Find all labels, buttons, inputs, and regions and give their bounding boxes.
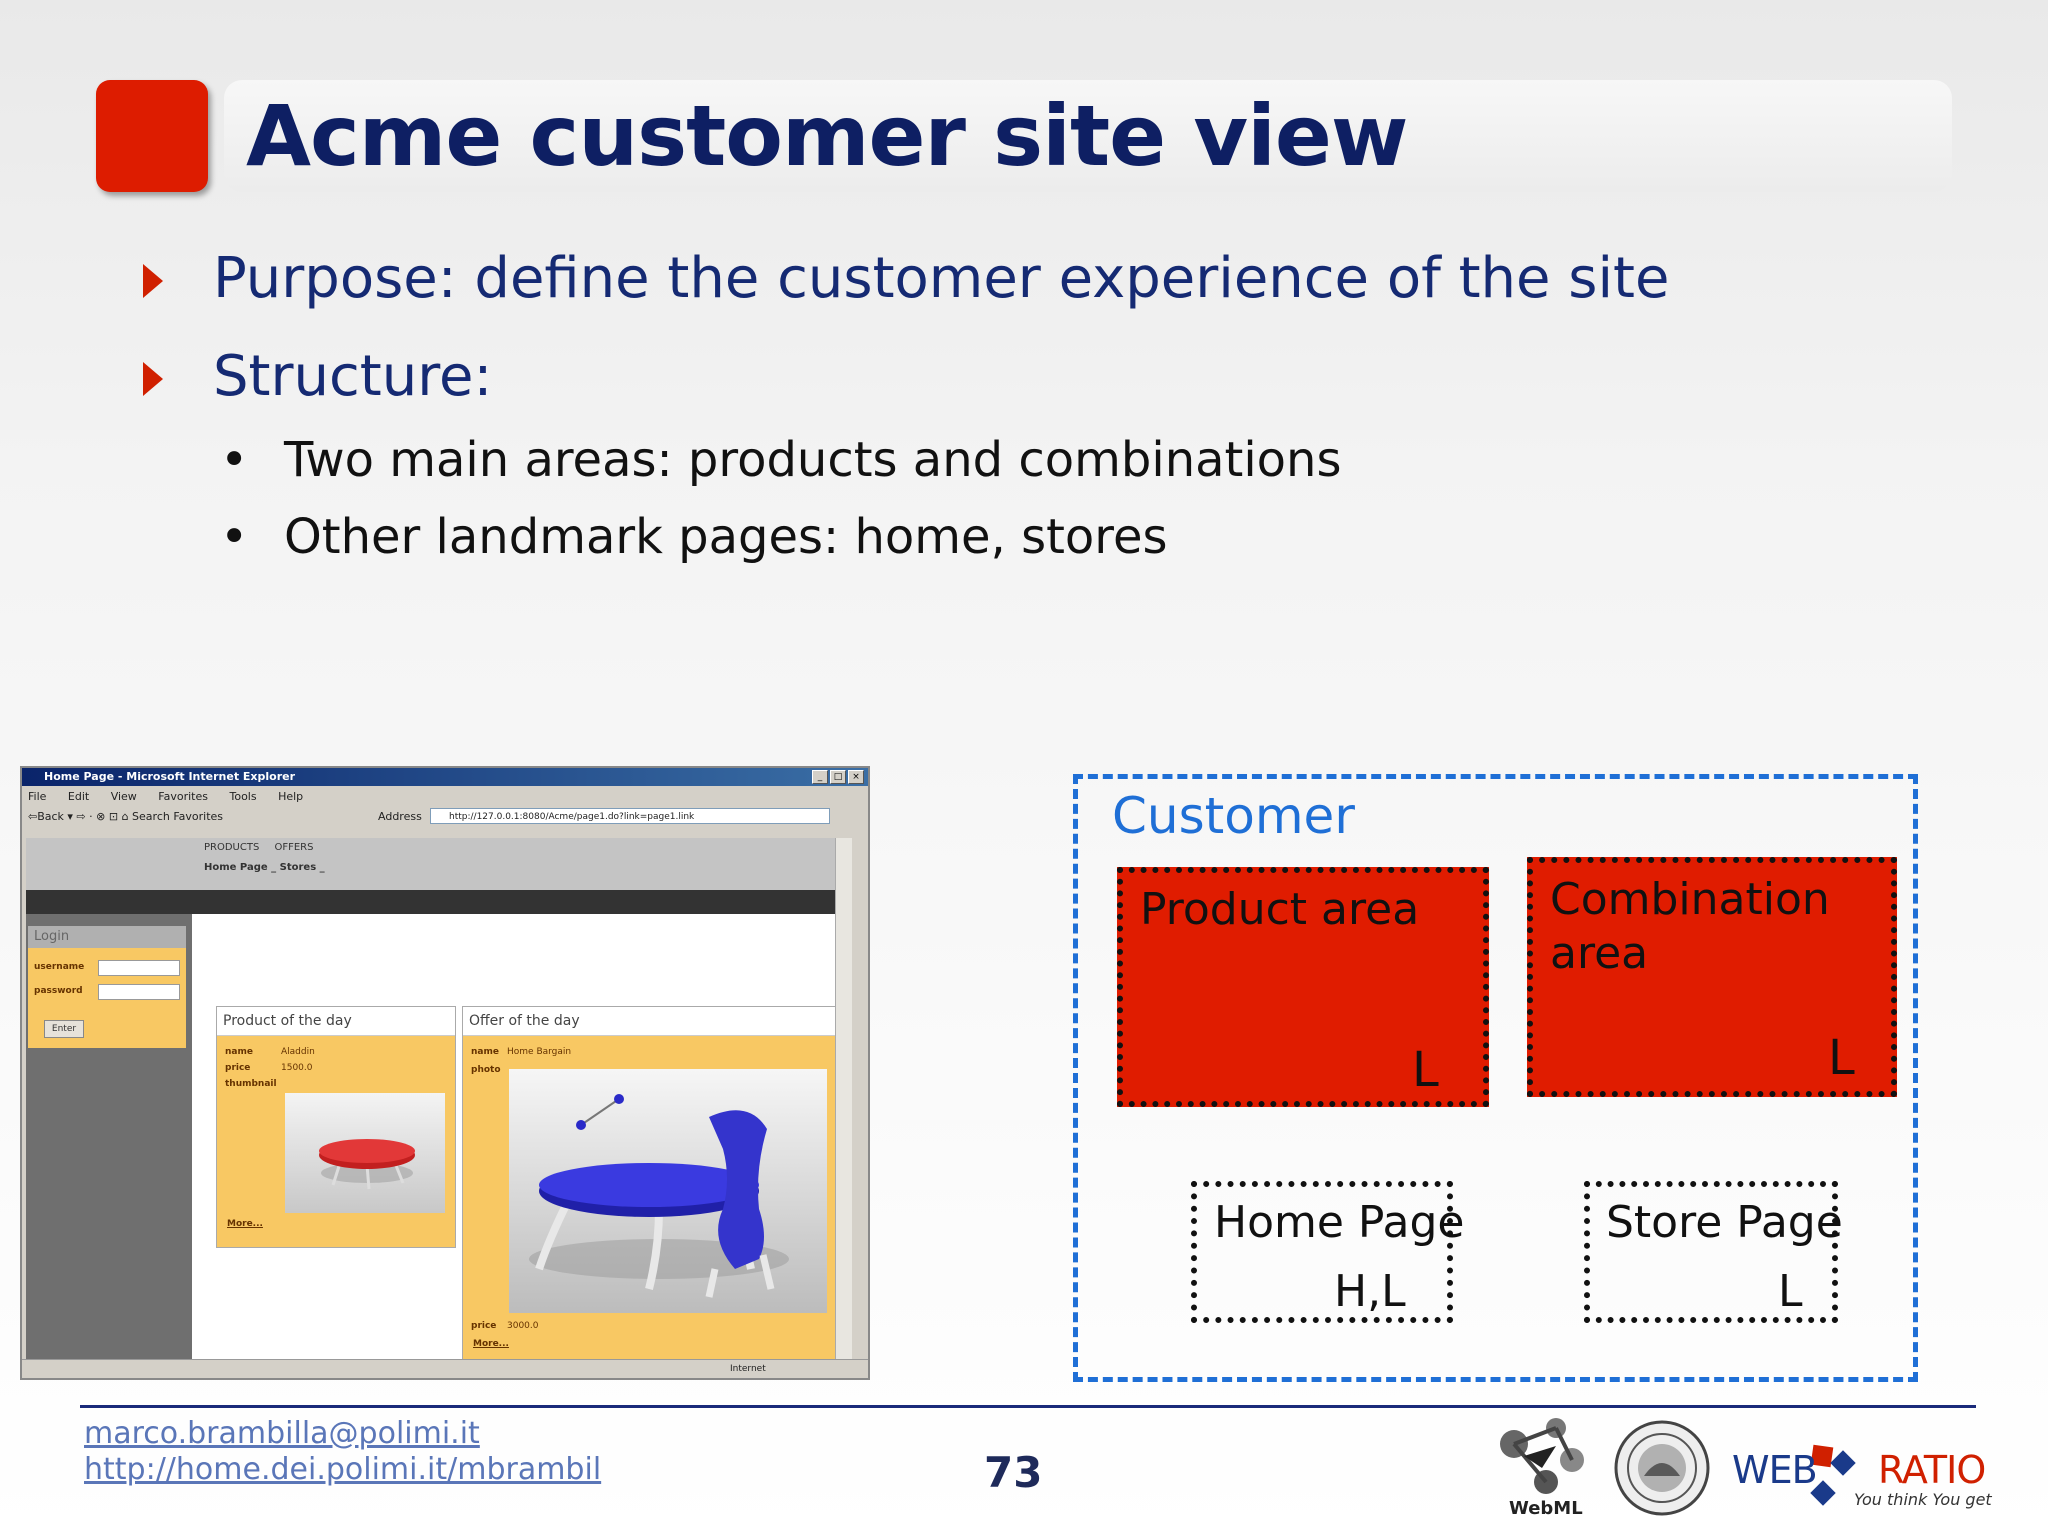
product-area-label: Product area xyxy=(1140,884,1420,935)
webratio-ratio-text: RATIO xyxy=(1878,1448,1986,1492)
webratio-web-text: WEB xyxy=(1732,1448,1818,1492)
password-input[interactable] xyxy=(98,984,180,1000)
polimi-seal-icon xyxy=(1614,1420,1710,1516)
browser-status-bar: Internet xyxy=(22,1359,868,1378)
webml-logo-icon xyxy=(1500,1418,1584,1494)
browser-menu-bar[interactable]: File Edit View Favorites Tools Help xyxy=(28,790,303,803)
store-page-label: Store Page xyxy=(1606,1197,1843,1248)
offer-photo-image[interactable] xyxy=(509,1069,827,1313)
bullet-dot-icon: • xyxy=(220,432,249,488)
status-zone-text: Internet xyxy=(730,1364,766,1374)
login-box: Login username password Enter xyxy=(28,926,186,1048)
footer-email-link[interactable]: marco.brambilla@polimi.it xyxy=(84,1416,480,1452)
product-price-row: price 1500.0 xyxy=(225,1063,313,1073)
footer-divider xyxy=(80,1405,1976,1408)
browser-toolbar[interactable]: ⇦Back ▾ ⇨ · ⊗ ⊡ ⌂ Search Favorites xyxy=(28,810,223,823)
vertical-scrollbar[interactable] xyxy=(835,838,852,1362)
offer-price-row: price 3000.0 xyxy=(471,1321,539,1331)
offer-name-row: name Home Bargain xyxy=(471,1047,572,1057)
sub-bullet-text: Two main areas: products and combination… xyxy=(284,432,1342,488)
combination-area-label-line1: Combination xyxy=(1550,874,1830,925)
minimize-icon[interactable]: _ xyxy=(812,770,828,784)
product-thumbnail-label: thumbnail xyxy=(225,1079,277,1089)
browser-title-bar: Home Page - Microsoft Internet Explorer xyxy=(22,768,868,786)
site-sidebar: Login username password Enter xyxy=(26,914,192,1362)
login-header: Login xyxy=(28,926,186,948)
browser-content: PRODUCTS OFFERS Home Page _ Stores _ Log… xyxy=(26,838,852,1362)
title-accent-square xyxy=(96,80,208,192)
combination-area-marker: L xyxy=(1828,1030,1855,1086)
window-controls: _ □ × xyxy=(812,770,864,784)
product-more-link[interactable]: More... xyxy=(227,1219,263,1229)
product-card-header: Product of the day xyxy=(217,1007,455,1036)
sub-bullet-text: Other landmark pages: home, stores xyxy=(284,509,1168,565)
maximize-icon[interactable]: □ xyxy=(830,770,846,784)
site-nav: PRODUCTS OFFERS Home Page _ Stores _ xyxy=(26,838,852,890)
customer-label: Customer xyxy=(1112,787,1355,845)
store-page-marker: L xyxy=(1778,1266,1803,1317)
product-area-marker: L xyxy=(1412,1042,1439,1098)
bullet-text: Structure: xyxy=(213,344,493,409)
site-dark-bar xyxy=(26,890,852,914)
page-number: 73 xyxy=(984,1448,1043,1497)
combination-area-label-line2: area xyxy=(1550,928,1649,979)
close-icon[interactable]: × xyxy=(848,770,864,784)
address-input[interactable]: http://127.0.0.1:8080/Acme/page1.do?link… xyxy=(430,808,830,824)
offer-more-link[interactable]: More... xyxy=(473,1339,509,1349)
product-name-row: name Aladdin xyxy=(225,1047,315,1057)
site-nav-top[interactable]: PRODUCTS OFFERS xyxy=(204,842,313,853)
bullet-text: Purpose: define the customer experience … xyxy=(213,246,1670,311)
home-page-label: Home Page xyxy=(1214,1197,1465,1248)
address-label: Address xyxy=(378,810,422,823)
enter-button[interactable]: Enter xyxy=(44,1020,84,1038)
offer-card-header: Offer of the day xyxy=(463,1007,837,1036)
bullet-dot-icon: • xyxy=(220,509,249,565)
product-thumbnail-image[interactable] xyxy=(285,1093,445,1213)
home-page-marker: H,L xyxy=(1334,1266,1406,1317)
webratio-tagline: You think You get xyxy=(1854,1490,1992,1509)
offer-of-the-day-card: Offer of the day nameHome Bargain photo xyxy=(462,1006,838,1362)
username-label: username xyxy=(34,962,85,972)
bullet-triangle-icon xyxy=(143,264,163,298)
password-label: password xyxy=(34,986,83,996)
slide-title: Acme customer site view xyxy=(246,87,1408,185)
product-of-the-day-card: Product of the day name Aladdin price 1500… xyxy=(216,1006,456,1248)
username-input[interactable] xyxy=(98,960,180,976)
bullet-triangle-icon xyxy=(143,362,163,396)
webml-label: WebML xyxy=(1509,1498,1583,1519)
footer-url-link[interactable]: http://home.dei.polimi.it/mbrambil xyxy=(84,1452,601,1488)
browser-screenshot: Home Page - Microsoft Internet Explorer … xyxy=(20,766,870,1380)
site-nav-breadcrumb[interactable]: Home Page _ Stores _ xyxy=(204,862,325,873)
